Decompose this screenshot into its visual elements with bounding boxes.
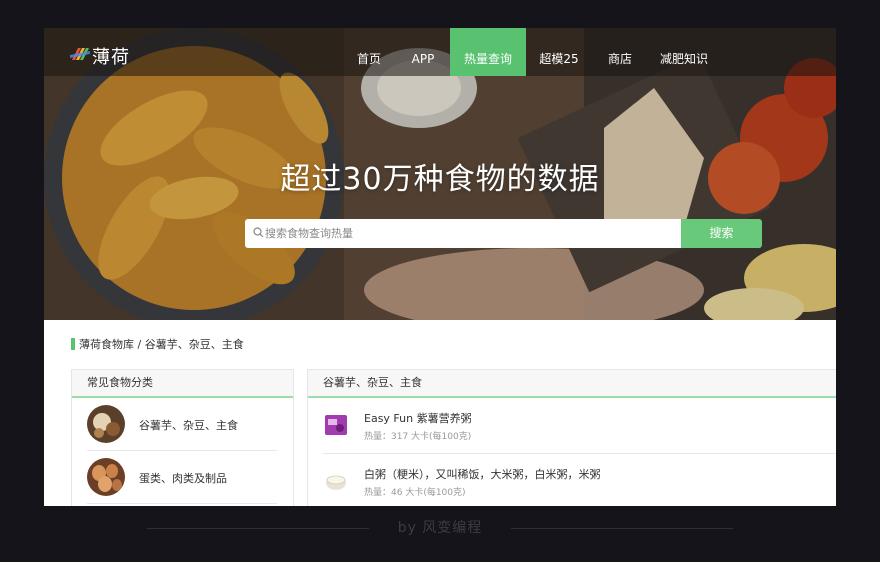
nav-item-calorie-query[interactable]: 热量查询: [450, 28, 526, 76]
nav-item-shop[interactable]: 商店: [601, 28, 639, 76]
hero-banner: 薄荷 首页 APP 热量查询 超模25 商店 减肥知识 超过30万种食物的数据 …: [44, 28, 836, 320]
logo-text[interactable]: 薄荷: [92, 43, 130, 69]
category-panel-title: 常见食物分类: [72, 370, 293, 398]
category-label: 谷薯芋、杂豆、主食: [139, 419, 238, 432]
category-label: 蛋类、肉类及制品: [139, 472, 227, 485]
search-button[interactable]: 搜索: [681, 219, 762, 248]
search-input[interactable]: [265, 219, 675, 248]
purple-package-icon: [325, 415, 347, 435]
hero-title: 超过30万种食物的数据: [280, 162, 600, 197]
search-box: [245, 219, 681, 248]
mint-logo-icon[interactable]: [70, 46, 90, 62]
browser-page: 薄荷 首页 APP 热量查询 超模25 商店 减肥知识 超过30万种食物的数据 …: [44, 28, 836, 506]
nav-item-supermodel25[interactable]: 超模25: [534, 28, 584, 76]
food-calories: 热量：46 大卡(每100克): [364, 488, 466, 498]
food-list-item[interactable]: Easy Fun 紫薯营养粥 热量：317 大卡(每100克): [323, 398, 836, 454]
category-item[interactable]: 蛋类、肉类及制品: [87, 451, 277, 504]
food-calories: 热量：317 大卡(每100克): [364, 432, 472, 442]
food-list-title: 谷薯芋、杂豆、主食: [308, 370, 836, 398]
rice-porridge-icon: [326, 475, 346, 490]
nav-item-app[interactable]: APP: [404, 28, 442, 76]
category-item[interactable]: 谷薯芋、杂豆、主食: [87, 398, 277, 451]
search-icon: [253, 227, 264, 238]
top-navigation: 薄荷 首页 APP 热量查询 超模25 商店 减肥知识: [44, 28, 836, 76]
grain-thumb-icon: [87, 405, 125, 443]
food-name[interactable]: 白粥（粳米），又叫稀饭，大米粥，白米粥，米粥: [364, 466, 601, 482]
breadcrumb-marker: [71, 338, 75, 350]
breadcrumb: 薄荷食物库 / 谷薯芋、杂豆、主食: [79, 338, 244, 351]
nav-item-diet-knowledge[interactable]: 减肥知识: [656, 28, 712, 76]
food-list-panel: 谷薯芋、杂豆、主食 Easy Fun 紫薯营养粥 热量：317 大卡(每100克…: [307, 369, 836, 506]
food-name[interactable]: Easy Fun 紫薯营养粥: [364, 410, 472, 426]
nav-item-home[interactable]: 首页: [348, 28, 390, 76]
egg-thumb-icon: [87, 458, 125, 496]
caption-text: by 风变编程: [397, 520, 483, 536]
food-list-item[interactable]: 白粥（粳米），又叫稀饭，大米粥，白米粥，米粥 热量：46 大卡(每100克): [323, 454, 836, 506]
category-panel: 常见食物分类 谷薯芋、杂豆、主食 蛋类、肉类及制品: [71, 369, 294, 506]
